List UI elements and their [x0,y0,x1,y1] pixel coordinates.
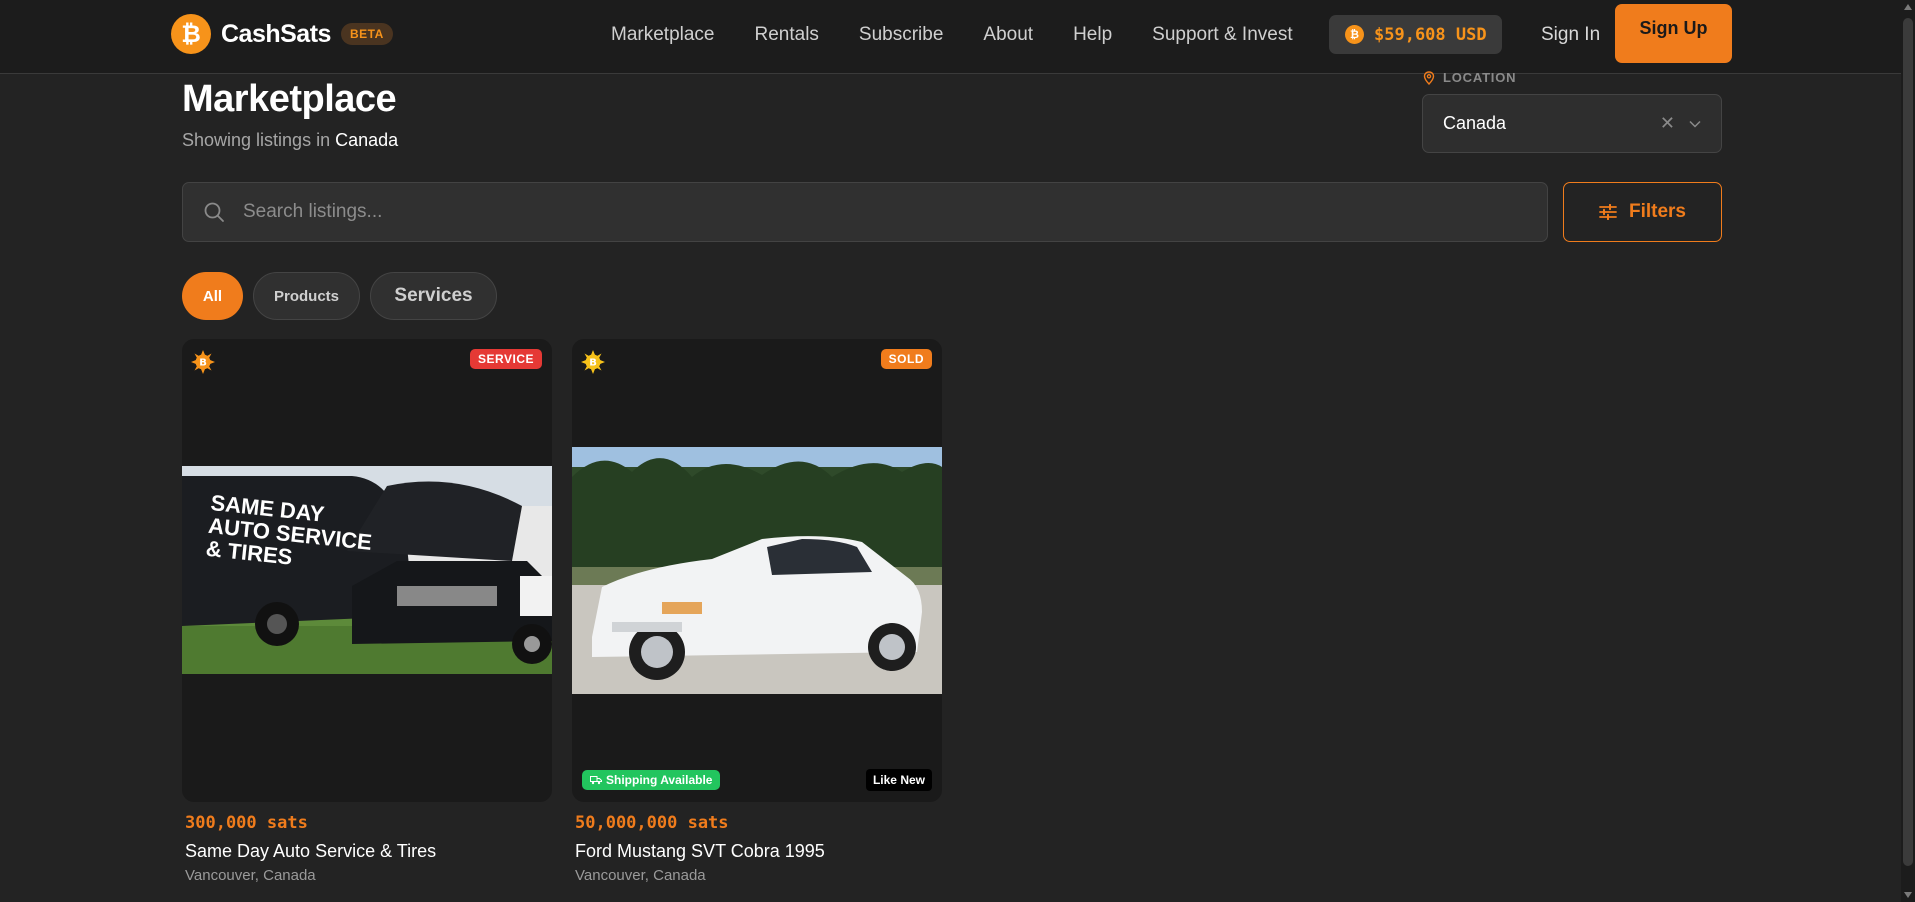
btc-price: $59,608 USD [1374,24,1487,45]
search-bar [182,182,1548,242]
page-scrollbar[interactable] [1901,0,1915,902]
scrollbar-thumb[interactable] [1903,18,1913,866]
main-nav: Marketplace Rentals Subscribe About Help… [611,24,1333,46]
location-select[interactable]: Canada ✕ [1422,94,1722,153]
close-icon[interactable]: ✕ [1660,113,1675,134]
sign-up-button[interactable]: Sign Up [1615,4,1732,63]
listing-location: Vancouver, Canada [185,867,316,884]
nav-marketplace[interactable]: Marketplace [611,24,715,46]
nav-about[interactable]: About [983,24,1033,46]
location-label: LOCATION [1423,70,1516,85]
beta-badge: BETA [340,23,393,45]
filters-button[interactable]: Filters [1563,182,1722,242]
listing-price: 50,000,000 sats [575,813,729,833]
listing-title[interactable]: Ford Mustang SVT Cobra 1995 [575,841,825,862]
svg-text:B: B [589,358,597,369]
sign-in-link[interactable]: Sign In [1541,24,1600,46]
listing-location: Vancouver, Canada [575,867,706,884]
search-icon [204,202,224,222]
brand-name: CashSats [221,19,331,48]
filters-label: Filters [1628,201,1687,222]
truck-icon [590,776,602,785]
nav-rentals[interactable]: Rentals [755,24,819,46]
subtitle-prefix: Showing listings in [182,130,331,150]
listing-card-media[interactable]: B SOLD Shipping Available Like New [572,339,942,802]
subtitle-location: Canada [335,130,399,150]
chip-services[interactable]: Services [370,272,497,320]
nav-help[interactable]: Help [1073,24,1112,46]
page-subtitle: Showing listings in Canada [182,130,398,151]
listing-price: 300,000 sats [185,813,308,833]
bitcoin-sun-icon: B [581,350,605,374]
listing-card-media[interactable]: B SERVICE SAME DAY AUTO SERVICE & TIRES [182,339,552,802]
sold-tag: SOLD [880,349,932,369]
location-label-text: LOCATION [1443,70,1517,85]
brand[interactable]: ₿ CashSats BETA [171,14,393,54]
scroll-up-arrow[interactable] [1904,4,1912,10]
chip-all[interactable]: All [182,272,243,320]
bitcoin-logo-icon: ₿ [171,14,211,54]
shipping-label: Shipping Available [606,773,713,787]
service-tag: SERVICE [470,349,542,369]
scroll-down-arrow[interactable] [1904,892,1912,898]
listing-title[interactable]: Same Day Auto Service & Tires [185,841,436,862]
bitcoin-coin-icon: ₿ [1345,25,1364,44]
chevron-down-icon[interactable] [1689,120,1701,128]
top-navigation-bar: ₿ CashSats BETA Marketplace Rentals Subs… [0,0,1915,74]
condition-badge: Like New [865,769,932,791]
nav-support-invest[interactable]: Support & Invest [1152,24,1292,46]
chip-products[interactable]: Products [253,272,360,320]
shipping-badge: Shipping Available [582,770,721,790]
sliders-icon [1599,204,1617,220]
page-title: Marketplace [182,78,397,120]
listing-photo [572,447,942,694]
map-pin-icon [1423,70,1435,85]
nav-subscribe[interactable]: Subscribe [859,24,944,46]
svg-text:B: B [199,358,207,369]
location-value: Canada [1443,113,1507,133]
btc-price-ticker: ₿ $59,608 USD [1329,15,1502,54]
search-input[interactable] [243,201,1547,223]
bitcoin-sun-icon: B [191,350,215,374]
